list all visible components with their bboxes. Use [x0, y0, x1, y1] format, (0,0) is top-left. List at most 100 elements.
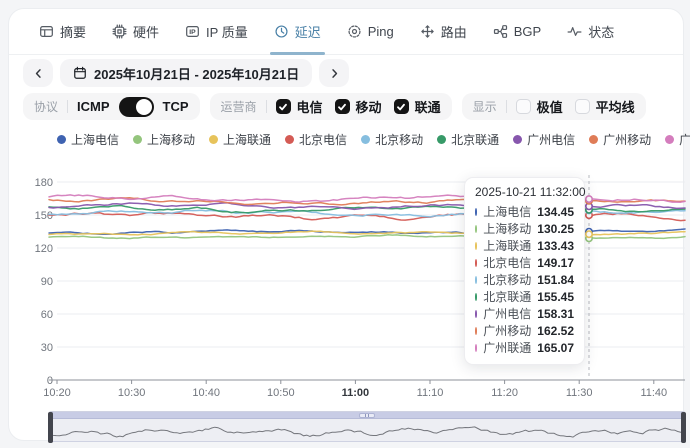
legend-item-广州电信[interactable]: 广州电信	[513, 131, 575, 148]
carrier-checkbox-联通[interactable]: 联通	[394, 97, 441, 116]
legend-dot-icon	[209, 135, 218, 144]
tab-状态[interactable]: 状态	[567, 9, 614, 54]
tab-label: BGP	[514, 24, 541, 39]
carrier-checkbox-移动[interactable]: 移动	[335, 97, 382, 116]
tab-硬件[interactable]: 硬件	[112, 9, 159, 54]
tab-label: Ping	[368, 24, 394, 39]
legend-label: 北京移动	[375, 131, 423, 148]
display-options: 极值 平均线	[516, 97, 635, 116]
series-dot-icon	[475, 293, 477, 301]
legend-item-北京移动[interactable]: 北京移动	[361, 131, 423, 148]
tooltip-series-value: 158.31	[537, 307, 574, 321]
svg-text:120: 120	[35, 243, 53, 255]
legend-item-北京电信[interactable]: 北京电信	[285, 131, 347, 148]
option-label: 移动	[356, 97, 382, 116]
legend-item-上海电信[interactable]: 上海电信	[57, 131, 119, 148]
legend-item-北京联通[interactable]: 北京联通	[437, 131, 499, 148]
tooltip-row-广州移动: 广州移动 162.52	[475, 322, 574, 339]
prev-day-button[interactable]	[23, 59, 53, 87]
svg-text:60: 60	[41, 309, 53, 321]
svg-text:11:40: 11:40	[640, 387, 667, 399]
tooltip-series-value: 130.25	[537, 222, 574, 236]
top-tab-bar: 摘要 硬件 IP IP 质量 延迟 Ping 路由 BGP 状态	[9, 9, 683, 55]
ping-icon	[347, 24, 362, 39]
date-range-label: 2025年10月21日 - 2025年10月21日	[94, 64, 299, 83]
datazoom-grip-icon[interactable]	[359, 413, 375, 418]
tab-Ping[interactable]: Ping	[347, 9, 394, 54]
divider	[67, 100, 68, 113]
legend-label: 北京电信	[299, 131, 347, 148]
carrier-options: 电信 移动 联通	[276, 97, 441, 116]
svg-text:IP: IP	[189, 29, 196, 36]
checkbox-checked-icon	[276, 99, 291, 114]
tooltip-row-北京移动: 北京移动 151.84	[475, 271, 574, 288]
protocol-filter-group: 协议 ICMP TCP	[23, 93, 200, 120]
summary-icon	[39, 24, 54, 39]
tab-label: IP 质量	[206, 22, 248, 41]
legend-label: 上海移动	[147, 131, 195, 148]
latency-line-chart[interactable]: 030609012015018010:2010:3010:4010:5011:0…	[9, 159, 690, 407]
chart-legend: 上海电信 上海移动上海联通 北京电信 北京移动 北京联通 广州电信 广州移动广州联通	[57, 131, 690, 148]
svg-text:10:40: 10:40	[192, 387, 220, 399]
tooltip-rows: 上海电信134.45上海移动130.25上海联通133.43北京电信149.17…	[475, 203, 574, 356]
tab-摘要[interactable]: 摘要	[39, 9, 86, 54]
legend-item-广州移动[interactable]: 广州移动	[589, 131, 651, 148]
hover-marker-icon	[586, 231, 592, 237]
series-dot-icon	[475, 208, 477, 216]
tab-label: 硬件	[133, 22, 159, 41]
tooltip-row-广州电信: 广州电信 158.31	[475, 305, 574, 322]
tooltip-series-value: 162.52	[537, 324, 574, 338]
tab-ip-quality[interactable]: IP IP 质量	[185, 9, 248, 54]
tab-BGP[interactable]: BGP	[493, 9, 541, 54]
legend-label: 广州电信	[527, 131, 575, 148]
protocol-tcp-label[interactable]: TCP	[163, 99, 189, 114]
tab-延迟[interactable]: 延迟	[274, 9, 321, 54]
carrier-checkbox-电信[interactable]: 电信	[276, 97, 323, 116]
tooltip-series-name: 广州联通	[483, 339, 531, 356]
series-dot-icon	[475, 225, 477, 233]
tooltip-series-value: 155.45	[537, 290, 574, 304]
series-dot-icon	[475, 259, 477, 267]
next-day-button[interactable]	[319, 59, 349, 87]
option-label: 平均线	[596, 97, 635, 116]
date-range-picker[interactable]: 2025年10月21日 - 2025年10月21日	[60, 59, 312, 87]
tab-label: 延迟	[295, 22, 321, 41]
protocol-toggle[interactable]	[119, 97, 154, 117]
datazoom-right-handle[interactable]	[681, 412, 686, 443]
datazoom-slider[interactable]	[49, 411, 685, 442]
legend-dot-icon	[665, 135, 674, 144]
tooltip-series-name: 北京移动	[483, 271, 531, 288]
tooltip-series-name: 上海移动	[483, 220, 531, 237]
datazoom-preview	[50, 419, 684, 448]
display-checkbox-平均线[interactable]: 平均线	[575, 97, 635, 116]
tooltip-row-北京联通: 北京联通 155.45	[475, 288, 574, 305]
checkbox-checked-icon	[394, 99, 409, 114]
carrier-group-label: 运营商	[221, 98, 257, 115]
calendar-icon	[73, 66, 87, 80]
svg-text:10:30: 10:30	[118, 387, 146, 399]
legend-dot-icon	[589, 135, 598, 144]
divider	[506, 100, 507, 113]
legend-item-上海移动[interactable]: 上海移动	[133, 131, 195, 148]
svg-text:90: 90	[41, 276, 53, 288]
legend-label: 广州移动	[603, 131, 651, 148]
date-navigation: 2025年10月21日 - 2025年10月21日	[23, 58, 349, 88]
tooltip-series-value: 151.84	[537, 273, 574, 287]
datazoom-left-handle[interactable]	[48, 412, 53, 443]
tooltip-series-name: 北京联通	[483, 288, 531, 305]
legend-item-广州联通[interactable]: 广州联通	[665, 131, 690, 148]
svg-text:150: 150	[35, 210, 53, 222]
tab-路由[interactable]: 路由	[420, 9, 467, 54]
series-dot-icon	[475, 310, 477, 318]
option-label: 联通	[415, 97, 441, 116]
tooltip-series-name: 广州电信	[483, 305, 531, 322]
checkbox-unchecked-icon	[575, 99, 590, 114]
svg-text:10:20: 10:20	[43, 387, 71, 399]
checkbox-checked-icon	[335, 99, 350, 114]
legend-item-上海联通[interactable]: 上海联通	[209, 131, 271, 148]
chevron-left-icon	[32, 67, 45, 80]
tooltip-series-name: 广州移动	[483, 322, 531, 339]
protocol-icmp-label[interactable]: ICMP	[77, 99, 110, 114]
legend-label: 北京联通	[451, 131, 499, 148]
display-checkbox-极值[interactable]: 极值	[516, 97, 563, 116]
